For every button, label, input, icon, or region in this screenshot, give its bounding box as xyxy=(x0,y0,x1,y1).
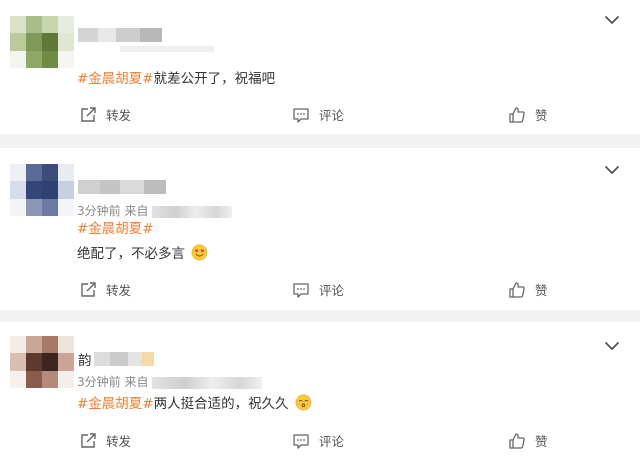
like-label: 赞 xyxy=(535,108,548,123)
post-source: 来自 xyxy=(124,375,149,389)
comment-card: 3分钟前 来自 #金晨胡夏# 绝配了，不必多言 转发 评论 赞 xyxy=(0,148,640,310)
share-icon xyxy=(79,281,97,299)
like-button[interactable]: 赞 xyxy=(508,431,548,450)
chevron-down-icon[interactable] xyxy=(604,164,620,176)
topic-link[interactable]: #金晨胡夏# xyxy=(77,396,154,412)
share-button[interactable]: 转发 xyxy=(79,280,131,299)
post-body: 两人挺合适的，祝久久 xyxy=(153,396,289,412)
meta-info: 3分钟前 来自 xyxy=(77,202,233,219)
like-label: 赞 xyxy=(535,434,548,449)
username-blur xyxy=(94,352,154,366)
heart-eyes-emoji xyxy=(191,244,208,261)
topic-link[interactable]: #金晨胡夏# xyxy=(77,221,154,237)
comment-button[interactable]: 评论 xyxy=(292,105,344,124)
username[interactable] xyxy=(78,28,162,42)
chevron-down-icon[interactable] xyxy=(604,340,620,352)
comment-icon xyxy=(292,432,310,450)
like-button[interactable]: 赞 xyxy=(508,280,548,299)
post-time: 3分钟前 xyxy=(77,204,121,218)
comment-card: 韵 3分钟前 来自 #金晨胡夏#两人挺合适的，祝久久 转发 评论 赞 xyxy=(0,322,640,462)
share-button[interactable]: 转发 xyxy=(79,431,131,450)
chevron-down-icon[interactable] xyxy=(604,14,620,26)
action-bar: 转发 评论 赞 xyxy=(0,431,640,451)
share-label: 转发 xyxy=(106,108,132,123)
post-body: 绝配了，不必多言 xyxy=(77,246,185,262)
username-prefix: 韵 xyxy=(78,353,92,369)
action-bar: 转发 评论 赞 xyxy=(0,105,640,125)
comment-label: 评论 xyxy=(319,283,345,298)
username[interactable]: 韵 xyxy=(78,349,92,369)
avatar[interactable] xyxy=(10,336,74,388)
comment-button[interactable]: 评论 xyxy=(292,431,344,450)
comment-label: 评论 xyxy=(319,434,345,449)
topic-link[interactable]: #金晨胡夏# xyxy=(77,71,154,87)
thumbs-up-icon xyxy=(508,281,526,299)
post-text: #金晨胡夏#两人挺合适的，祝久久 xyxy=(77,394,312,413)
like-button[interactable]: 赞 xyxy=(508,105,548,124)
post-text: 绝配了，不必多言 xyxy=(77,244,208,263)
device-name xyxy=(152,376,263,389)
comment-icon xyxy=(292,106,310,124)
post-source: 来自 xyxy=(124,204,149,218)
meta-info: 3分钟前 来自 xyxy=(77,373,263,390)
comment-icon xyxy=(292,281,310,299)
comment-button[interactable]: 评论 xyxy=(292,280,344,299)
thumbs-up-icon xyxy=(508,106,526,124)
avatar[interactable] xyxy=(10,164,74,216)
comment-card: #金晨胡夏#就差公开了，祝福吧 转发 评论 赞 xyxy=(0,0,640,134)
username[interactable] xyxy=(78,180,166,194)
share-button[interactable]: 转发 xyxy=(79,105,131,124)
post-text: #金晨胡夏#就差公开了，祝福吧 xyxy=(77,70,275,88)
device-name xyxy=(152,205,233,218)
action-bar: 转发 评论 赞 xyxy=(0,280,640,300)
post-body: 就差公开了，祝福吧 xyxy=(153,71,276,87)
comment-label: 评论 xyxy=(319,108,345,123)
avatar[interactable] xyxy=(10,16,74,68)
kissing-emoji xyxy=(295,394,312,411)
topic-line: #金晨胡夏# xyxy=(77,220,154,238)
post-time: 3分钟前 xyxy=(77,375,121,389)
like-label: 赞 xyxy=(535,283,548,298)
thumbs-up-icon xyxy=(508,432,526,450)
share-icon xyxy=(79,106,97,124)
share-label: 转发 xyxy=(106,434,132,449)
share-icon xyxy=(79,432,97,450)
meta-info xyxy=(120,46,214,52)
share-label: 转发 xyxy=(106,283,132,298)
